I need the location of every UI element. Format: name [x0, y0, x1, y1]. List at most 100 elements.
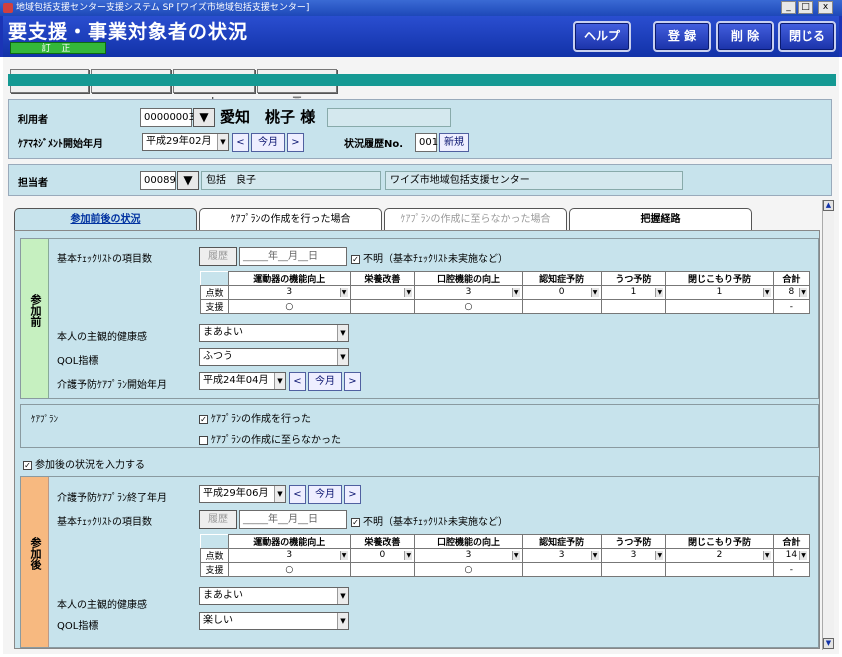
support-cell[interactable] — [349, 562, 416, 577]
support-cell[interactable] — [600, 562, 667, 577]
close-window-button[interactable]: x — [818, 1, 833, 14]
vertical-scrollbar[interactable]: ▲ ▼ — [822, 200, 834, 650]
support-cell[interactable]: ○ — [414, 299, 523, 314]
after-now-button[interactable]: 今月 — [308, 485, 342, 504]
new-button[interactable]: 新規 — [439, 133, 469, 152]
after-prev-button[interactable]: < — [289, 485, 306, 504]
support-cell[interactable] — [665, 299, 774, 314]
score-select[interactable]: 3 ▼ — [600, 548, 667, 563]
delete-button[interactable]: 削 除 — [716, 21, 774, 52]
col-header: 合計 — [772, 534, 811, 549]
score-select[interactable]: 8 ▼ — [772, 285, 811, 300]
staff-label: 担当者 — [18, 178, 48, 189]
after-input-toggle[interactable]: ✓ 参加後の状況を入力する — [23, 456, 145, 471]
score-select[interactable]: 3 ▼ — [414, 285, 523, 300]
score-select[interactable]: 3 ▼ — [521, 548, 602, 563]
before-unknown-check[interactable]: ✓ 不明（基本ﾁｪｯｸﾘｽﾄ未実施など） — [351, 250, 508, 265]
support-cell[interactable]: ○ — [414, 562, 523, 577]
support-cell: - — [772, 562, 811, 577]
staff-center: ワイズ市地域包括支援センター — [385, 171, 683, 190]
staff-name: 包括 良子 — [201, 171, 381, 190]
support-cell[interactable] — [349, 299, 416, 314]
support-cell[interactable] — [521, 562, 602, 577]
app-window: 地域包括支援センター支援システム SP [ワイズ市地域包括支援センター] _ □… — [0, 0, 842, 657]
col-header: 運動器の機能向上 — [228, 271, 351, 286]
user-label: 利用者 — [18, 115, 48, 126]
staff-dropdown-button[interactable]: ▼ — [177, 171, 199, 190]
before-health-select[interactable]: まあよい ▼ — [199, 324, 349, 342]
user-panel: 利用者 00000003 ▼ 愛知 桃子 様 ｹｱﾏﾈｼﾞﾒﾝﾄ開始年月 平成2… — [8, 99, 832, 159]
maximize-button[interactable]: □ — [798, 1, 813, 14]
close-button[interactable]: 閉じる — [778, 21, 836, 52]
careplan-not-made-check[interactable]: ｹｱﾌﾟﾗﾝの作成に至らなかった — [199, 431, 341, 446]
row-label-support: 支援 — [200, 299, 229, 314]
after-unknown-check[interactable]: ✓ 不明（基本ﾁｪｯｸﾘｽﾄ未実施など） — [351, 513, 508, 528]
col-header: 口腔機能の向上 — [414, 271, 523, 286]
support-cell[interactable] — [521, 299, 602, 314]
support-cell[interactable]: ○ — [228, 299, 351, 314]
before-now-button[interactable]: 今月 — [308, 372, 342, 391]
score-select[interactable]: 0 ▼ — [349, 548, 416, 563]
before-start-label: 介護予防ｹｱﾌﾟﾗﾝ開始年月 — [57, 380, 167, 391]
after-check-label: 基本ﾁｪｯｸﾘｽﾄの項目数 — [57, 517, 152, 528]
tab-careplan-not-made[interactable]: ｹｱﾌﾟﾗﾝの作成に至らなかった場合 — [384, 208, 567, 231]
col-header: 認知症予防 — [521, 534, 602, 549]
before-start-select[interactable]: 平成24年04月 ▼ — [199, 372, 286, 390]
support-cell[interactable]: ○ — [228, 562, 351, 577]
score-select[interactable]: 0 ▼ — [521, 285, 602, 300]
before-prev-button[interactable]: < — [289, 372, 306, 391]
before-sidebar: 参加前 — [21, 239, 49, 398]
care-next-button[interactable]: > — [287, 133, 304, 152]
care-start-label: ｹｱﾏﾈｼﾞﾒﾝﾄ開始年月 — [18, 139, 103, 150]
before-check-date[interactable]: _____年__月__日 — [239, 247, 347, 266]
col-header: 閉じこもり予防 — [665, 534, 774, 549]
before-qol-label: QOL指標 — [57, 356, 99, 367]
before-health-label: 本人の主観的健康感 — [57, 332, 147, 343]
help-button[interactable]: ヘルプ — [573, 21, 631, 52]
after-next-button[interactable]: > — [344, 485, 361, 504]
after-history-button[interactable]: 履歴 — [199, 510, 237, 529]
score-select[interactable]: 1 ▼ — [600, 285, 667, 300]
score-select[interactable]: 3 ▼ — [228, 548, 351, 563]
support-cell[interactable] — [665, 562, 774, 577]
before-next-button[interactable]: > — [344, 372, 361, 391]
score-select[interactable]: 1 ▼ — [665, 285, 774, 300]
care-now-button[interactable]: 今月 — [251, 133, 285, 152]
after-check-date[interactable]: _____年__月__日 — [239, 510, 347, 529]
after-qol-select[interactable]: 楽しい ▼ — [199, 612, 349, 630]
page-title: 要支援・事業対象者の状況 — [8, 21, 249, 43]
row-label-score: 点数 — [200, 285, 229, 300]
app-icon — [3, 3, 13, 13]
score-select[interactable]: 2 ▼ — [665, 548, 774, 563]
user-name: 愛知 桃子 様 — [220, 108, 316, 126]
minimize-button[interactable]: _ — [781, 1, 796, 14]
score-select[interactable]: 3 ▼ — [228, 285, 351, 300]
tab-careplan-made[interactable]: ｹｱﾌﾟﾗﾝの作成を行った場合 — [199, 208, 382, 231]
user-dropdown-button[interactable]: ▼ — [193, 108, 215, 127]
user-id-field[interactable]: 00000003 — [140, 108, 195, 127]
careplan-label: ｹｱﾌﾟﾗﾝ — [31, 415, 59, 425]
care-prev-button[interactable]: < — [232, 133, 249, 152]
scroll-up-icon[interactable]: ▲ — [823, 200, 834, 211]
tab-route[interactable]: 把握経路 — [569, 208, 752, 231]
score-select[interactable]: 3 ▼ — [414, 548, 523, 563]
register-button[interactable]: 登 録 — [653, 21, 711, 52]
support-cell: - — [772, 299, 811, 314]
staff-id-field[interactable]: 00089 — [140, 171, 176, 190]
score-select[interactable]: ▼ — [349, 285, 416, 300]
col-header: 栄養改善 — [349, 534, 416, 549]
after-health-select[interactable]: まあよい ▼ — [199, 587, 349, 605]
before-qol-select[interactable]: ふつう ▼ — [199, 348, 349, 366]
col-header: 認知症予防 — [521, 271, 602, 286]
history-no-field[interactable]: 001 — [415, 133, 438, 152]
careplan-made-check[interactable]: ✓ ｹｱﾌﾟﾗﾝの作成を行った — [199, 410, 311, 425]
title-bar: 地域包括支援センター支援システム SP [ワイズ市地域包括支援センター] _ □… — [0, 0, 842, 16]
support-cell[interactable] — [600, 299, 667, 314]
tab-before-after[interactable]: 参加前後の状況 — [14, 208, 197, 231]
scroll-down-icon[interactable]: ▼ — [823, 638, 834, 649]
after-end-select[interactable]: 平成29年06月 ▼ — [199, 485, 286, 503]
score-select[interactable]: 14 ▼ — [772, 548, 811, 563]
before-history-button[interactable]: 履歴 — [199, 247, 237, 266]
care-start-select[interactable]: 平成29年02月 ▼ — [142, 133, 229, 151]
after-sidebar: 参加後 — [21, 477, 49, 647]
